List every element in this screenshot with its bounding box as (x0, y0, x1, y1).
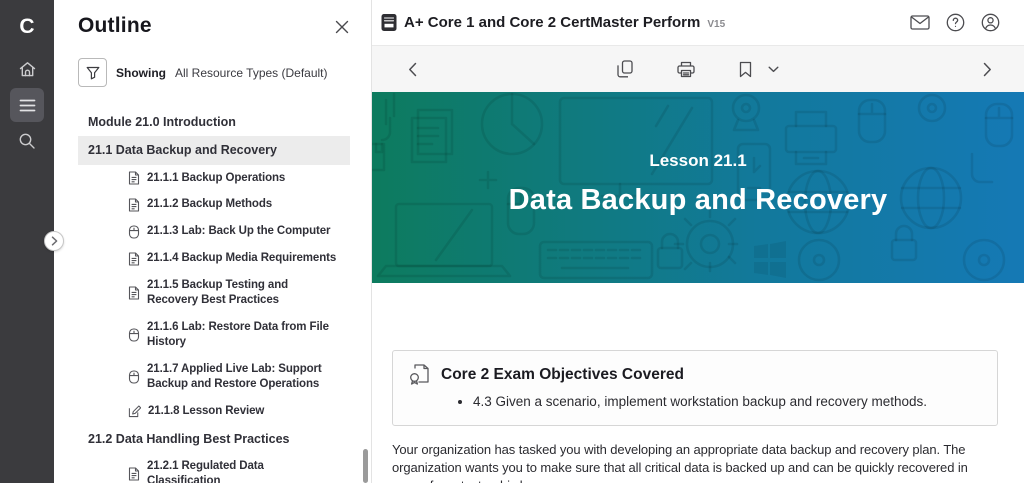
outline-panel: Outline Showing All Resource Types (Defa… (54, 0, 372, 483)
expand-chevron-icon (51, 236, 58, 246)
chevron-right-icon (983, 62, 992, 77)
filter-value: All Resource Types (Default) (175, 66, 328, 80)
outline-item-21-1[interactable]: 21.1 Data Backup and Recovery (78, 136, 350, 164)
lesson-toolbar (372, 46, 1024, 92)
outline-item-21-2[interactable]: 21.2 Data Handling Best Practices (78, 425, 350, 453)
resource-filter-row: Showing All Resource Types (Default) (78, 58, 371, 87)
bookmark-icon (739, 61, 752, 78)
account-button[interactable] (979, 11, 1002, 34)
lesson-content: Core 2 Exam Objectives Covered 4.3 Given… (372, 283, 1024, 483)
outline-item-21-1-6[interactable]: 21.1.6 Lab: Restore Data from File Histo… (78, 314, 350, 356)
home-button[interactable] (10, 54, 44, 84)
course-title: A+ Core 1 and Core 2 CertMaster Perform (404, 14, 700, 31)
copy-icon (617, 60, 633, 78)
mail-icon (910, 15, 930, 30)
funnel-icon (86, 66, 100, 80)
document-icon (128, 467, 140, 481)
next-page-button[interactable] (981, 60, 994, 79)
main-area: A+ Core 1 and Core 2 CertMaster Perform … (372, 0, 1024, 483)
outline-item-21-1-2[interactable]: 21.1.2 Backup Methods (78, 191, 350, 218)
outline-list: Module 21.0 Introduction 21.1 Data Backu… (78, 108, 350, 483)
outline-item-21-1-1[interactable]: 21.1.1 Backup Operations (78, 165, 350, 192)
outline-item-21-1-5[interactable]: 21.1.5 Backup Testing and Recovery Best … (78, 272, 350, 314)
panel-collapse-button[interactable] (44, 231, 64, 251)
lesson-hero-banner: Lesson 21.1 Data Backup and Recovery (372, 92, 1024, 283)
search-icon (18, 132, 36, 150)
comptia-logo: C (19, 10, 34, 44)
chevron-down-icon (768, 66, 779, 73)
copy-button[interactable] (615, 58, 635, 80)
document-icon (128, 286, 140, 300)
lab-mouse-icon (128, 370, 140, 384)
bookmark-menu-button[interactable] (766, 64, 781, 75)
outline-item-21-1-8[interactable]: 21.1.8 Lesson Review (78, 398, 350, 425)
search-button[interactable] (10, 126, 44, 156)
document-icon (128, 252, 140, 266)
document-icon (128, 171, 140, 185)
help-button[interactable] (944, 11, 967, 34)
outline-item-module-21-0[interactable]: Module 21.0 Introduction (78, 108, 350, 136)
exam-objectives-box: Core 2 Exam Objectives Covered 4.3 Given… (392, 350, 998, 426)
outline-scrollbar-thumb[interactable] (363, 449, 368, 483)
course-header: A+ Core 1 and Core 2 CertMaster Perform … (372, 0, 1024, 46)
course-version: V15 (707, 19, 725, 30)
objective-item: 4.3 Given a scenario, implement workstat… (473, 393, 981, 412)
chevron-left-icon (408, 62, 417, 77)
messages-button[interactable] (908, 13, 932, 32)
filter-showing-label: Showing (116, 66, 166, 80)
left-rail: C (0, 0, 54, 483)
scenario-paragraph: Your organization has tasked you with de… (392, 441, 980, 483)
lesson-number: Lesson 21.1 (649, 151, 746, 171)
lab-mouse-icon (128, 328, 140, 342)
objectives-heading: Core 2 Exam Objectives Covered (441, 366, 684, 384)
ereader-book-icon (381, 13, 397, 32)
app: C (0, 0, 1024, 483)
outline-item-21-2-1[interactable]: 21.2.1 Regulated Data Classification (78, 453, 350, 483)
certificate-icon (409, 363, 430, 386)
lab-mouse-icon (128, 225, 140, 239)
review-pencil-icon (128, 404, 141, 418)
outline-close-button[interactable] (331, 16, 353, 38)
lesson-title: Data Backup and Recovery (509, 184, 888, 217)
account-icon (981, 13, 1000, 32)
previous-page-button[interactable] (406, 60, 419, 79)
document-icon (128, 198, 140, 212)
bookmark-button[interactable] (737, 59, 754, 80)
help-icon (946, 13, 965, 32)
outline-menu-icon (19, 99, 36, 112)
print-icon (677, 61, 695, 78)
home-icon (18, 60, 37, 79)
outline-title: Outline (78, 14, 152, 38)
objectives-list: 4.3 Given a scenario, implement workstat… (409, 393, 981, 412)
outline-item-21-1-7[interactable]: 21.1.7 Applied Live Lab: Support Backup … (78, 356, 350, 398)
print-button[interactable] (675, 59, 697, 80)
filter-button[interactable] (78, 58, 107, 87)
outline-item-21-1-4[interactable]: 21.1.4 Backup Media Requirements (78, 245, 350, 272)
outline-toggle-button[interactable] (10, 88, 44, 122)
close-icon (335, 20, 349, 34)
outline-item-21-1-3[interactable]: 21.1.3 Lab: Back Up the Computer (78, 218, 350, 245)
